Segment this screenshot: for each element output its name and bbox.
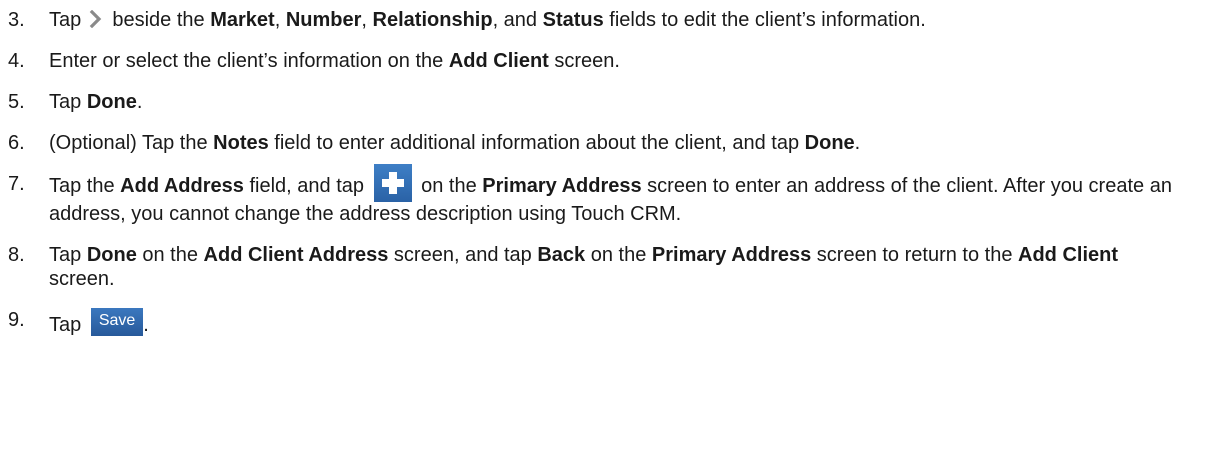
step-item: 4. Enter or select the client’s informati… bbox=[0, 49, 1189, 73]
step-text-segment: screen to return to the bbox=[811, 244, 1019, 266]
ui-term: Status bbox=[542, 9, 604, 31]
step-number: 5. bbox=[8, 91, 25, 113]
instruction-steps: 3. Tap beside the Market, Number, Relatio… bbox=[0, 0, 1210, 337]
step-text-segment: (Optional) Tap the bbox=[49, 132, 214, 154]
ui-term: Back bbox=[537, 244, 586, 266]
ui-term: Done bbox=[804, 132, 855, 154]
step-text-segment: field, and tap bbox=[243, 175, 370, 197]
ui-term: Relationship bbox=[372, 9, 493, 31]
step-text: Tap Done. bbox=[49, 91, 142, 113]
step-text-segment: beside the bbox=[106, 9, 211, 31]
step-number: 8. bbox=[8, 244, 25, 266]
ui-term: Done bbox=[86, 91, 137, 113]
step-item: 5. Tap Done. bbox=[0, 90, 1189, 114]
step-text-segment: Tap the bbox=[49, 175, 121, 197]
step-text-segment: on the bbox=[415, 175, 483, 197]
step-text: (Optional) Tap the Notes field to enter … bbox=[49, 132, 860, 154]
ui-term: Add Client Address bbox=[203, 244, 389, 266]
save-button: Save bbox=[90, 308, 144, 336]
step-text-segment: , and bbox=[492, 9, 543, 31]
step-text-segment: screen, and tap bbox=[388, 244, 538, 266]
step-text-segment: on the bbox=[585, 244, 652, 266]
step-text: Tap Done on the Add Client Address scree… bbox=[49, 244, 1118, 290]
chevron-right-icon bbox=[89, 9, 103, 29]
step-text: Enter or select the client’s information… bbox=[49, 50, 620, 72]
step-number: 7. bbox=[8, 173, 25, 195]
step-item: 6. (Optional) Tap the Notes field to ente… bbox=[0, 131, 1189, 155]
ui-term: Primary Address bbox=[482, 175, 642, 197]
ui-term: Add Client bbox=[448, 50, 549, 72]
ui-term: Primary Address bbox=[651, 244, 812, 266]
step-text-segment: on the bbox=[136, 244, 204, 266]
step-text-segment: screen. bbox=[548, 50, 620, 72]
step-text: Tap beside the Market, Number, Relations… bbox=[49, 9, 926, 31]
ui-term: Add Address bbox=[120, 175, 244, 197]
step-text-segment: . bbox=[854, 132, 861, 154]
step-item: 7. Tap the Add Address field, and tap on … bbox=[0, 164, 1189, 226]
plus-icon bbox=[373, 164, 412, 202]
step-text-segment: , bbox=[274, 9, 286, 31]
step-item: 8. Tap Done on the Add Client Address scr… bbox=[0, 243, 1189, 291]
ui-term: Number bbox=[285, 9, 362, 31]
step-item: 9. Tap Save. bbox=[0, 308, 1189, 337]
step-text-segment: . bbox=[136, 91, 143, 113]
step-text-segment: , bbox=[361, 9, 373, 31]
ui-term: Add Client bbox=[1018, 244, 1119, 266]
step-number: 3. bbox=[8, 9, 25, 31]
step-text-segment: field to enter additional information ab… bbox=[268, 132, 805, 154]
step-text: Tap Save. bbox=[49, 308, 149, 336]
step-text-segment: Tap bbox=[49, 314, 87, 336]
ui-term: Done bbox=[86, 244, 137, 266]
step-text-segment: Enter or select the client’s information… bbox=[49, 50, 449, 72]
step-number: 6. bbox=[8, 132, 25, 154]
step-number: 9. bbox=[8, 309, 25, 331]
step-text-segment: fields to edit the client’s information. bbox=[603, 9, 926, 31]
step-text: Tap the Add Address field, and tap on th… bbox=[49, 164, 1172, 225]
step-text-segment: screen. bbox=[49, 268, 115, 290]
step-item: 3. Tap beside the Market, Number, Relatio… bbox=[0, 8, 1189, 32]
step-text-segment: Tap bbox=[49, 91, 87, 113]
step-text-segment: Tap bbox=[49, 9, 87, 31]
ui-term: Market bbox=[210, 9, 275, 31]
ui-term: Notes bbox=[213, 132, 269, 154]
step-text-segment: . bbox=[143, 314, 149, 336]
step-number: 4. bbox=[8, 50, 25, 72]
step-text-segment: Tap bbox=[49, 244, 87, 266]
